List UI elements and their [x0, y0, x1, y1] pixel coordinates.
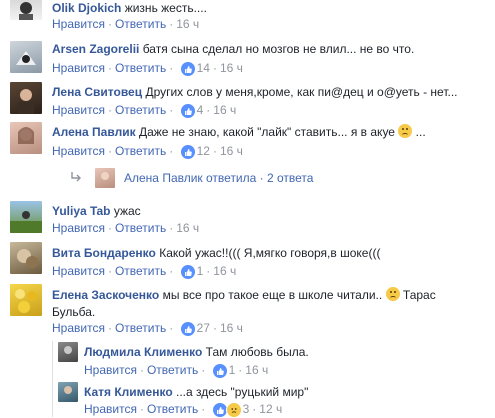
- comment-author[interactable]: Людмила Клименко: [84, 345, 202, 359]
- comment: Вита Бондаренко Какой ужас!!((( Я,мягко …: [0, 242, 495, 282]
- comment-author[interactable]: Yuliya Tab: [52, 204, 110, 218]
- avatar[interactable]: [10, 284, 42, 316]
- timestamp[interactable]: 16 ч: [245, 363, 268, 377]
- reply-link[interactable]: Ответить: [115, 103, 166, 117]
- comment: Arsen Zagorelii батя сына сделал но мозг…: [0, 41, 495, 81]
- timestamp[interactable]: 16 ч: [220, 61, 243, 75]
- reaction-count[interactable]: 3: [243, 402, 250, 416]
- comment-text: жизнь жесть....: [124, 1, 207, 15]
- comment-author[interactable]: Алена Павлик: [52, 125, 136, 139]
- comment: Лена Свитовец Других слов у меня,кроме, …: [0, 82, 495, 120]
- comment-text: Даже не знаю, какой "лайк" ставить... я …: [138, 125, 395, 139]
- timestamp[interactable]: 16 ч: [176, 221, 199, 235]
- reaction-count[interactable]: 1: [229, 363, 236, 377]
- like-link[interactable]: Нравится: [52, 103, 105, 117]
- like-link[interactable]: Нравится: [52, 61, 105, 75]
- reaction-count[interactable]: 4: [197, 103, 204, 117]
- reactions[interactable]: [179, 263, 196, 280]
- comment-author[interactable]: Arsen Zagorelii: [52, 42, 139, 56]
- avatar[interactable]: [10, 242, 42, 274]
- timestamp[interactable]: 16 ч: [220, 144, 243, 158]
- reactions[interactable]: [211, 401, 242, 418]
- comment-text-cont: Тарас: [402, 288, 436, 302]
- comment-author[interactable]: Вита Бондаренко: [52, 246, 156, 260]
- reactions[interactable]: [179, 320, 196, 337]
- reply-summary-text[interactable]: ответила: [206, 171, 256, 185]
- reaction-count[interactable]: 12: [197, 144, 210, 158]
- like-icon: [179, 263, 196, 280]
- reply-arrow-icon: [70, 171, 82, 186]
- like-icon: [179, 60, 196, 77]
- like-link[interactable]: Нравится: [52, 17, 105, 31]
- like-icon: [179, 102, 196, 119]
- comment: Olik Djokich жизнь жесть.... Нравится · От…: [0, 0, 495, 34]
- like-link[interactable]: Нравится: [52, 144, 105, 158]
- comment-text: ужас: [113, 204, 141, 218]
- replies-summary[interactable]: Алена Павлик ответила · 2 ответа: [0, 168, 495, 190]
- comment-author[interactable]: Катя Клименко: [84, 385, 173, 399]
- sad-emoji-icon: [398, 124, 413, 138]
- reaction-count[interactable]: 14: [197, 61, 210, 75]
- avatar[interactable]: [10, 122, 42, 154]
- like-link[interactable]: Нравится: [52, 321, 105, 335]
- avatar[interactable]: [10, 201, 42, 233]
- comment-text: Других слов у меня,кроме, как пи@дец и о…: [145, 85, 458, 99]
- sad-emoji-icon: [385, 287, 400, 301]
- like-icon: [211, 362, 228, 379]
- timestamp[interactable]: 16 ч: [176, 17, 199, 31]
- reply-link[interactable]: Ответить: [147, 363, 198, 377]
- comment: Елена Заскоченко мы все про такое еще в …: [0, 284, 495, 340]
- avatar[interactable]: [10, 0, 42, 20]
- reaction-count[interactable]: 1: [197, 264, 204, 278]
- like-icon: [179, 143, 196, 160]
- comment-author[interactable]: Лена Свитовец: [52, 85, 142, 99]
- timestamp[interactable]: 12 ч: [259, 402, 282, 416]
- comment-text: мы все про такое еще в школе читали..: [162, 288, 383, 302]
- reply-link[interactable]: Ответить: [115, 144, 166, 158]
- comment-text: Там любовь была.: [205, 345, 309, 359]
- reply-link[interactable]: Ответить: [115, 221, 166, 235]
- like-link[interactable]: Нравится: [84, 363, 137, 377]
- avatar[interactable]: [95, 168, 115, 188]
- comment: Yuliya Tab ужас Нравится · Ответить · 16 ч: [0, 201, 495, 235]
- reply: Людмила Клименко Там любовь была. Нравит…: [0, 342, 495, 379]
- reactions[interactable]: [179, 143, 196, 160]
- comment-text-cont: Бульба.: [52, 305, 96, 319]
- comment-text: батя сына сделал но мозгов не влил... не…: [142, 42, 415, 56]
- reply-summary-author[interactable]: Алена Павлик: [124, 171, 203, 185]
- reply-link[interactable]: Ответить: [115, 321, 166, 335]
- comment: Алена Павлик Даже не знаю, какой "лайк" …: [0, 122, 495, 162]
- reactions[interactable]: [179, 102, 196, 119]
- comment-author[interactable]: Olik Djokich: [52, 1, 121, 15]
- reactions[interactable]: [211, 362, 228, 379]
- sad-icon: [225, 401, 242, 418]
- reaction-count[interactable]: 27: [197, 321, 210, 335]
- avatar[interactable]: [58, 342, 78, 362]
- reply-link[interactable]: Ответить: [147, 402, 198, 416]
- timestamp[interactable]: 16 ч: [220, 321, 243, 335]
- avatar[interactable]: [10, 41, 42, 73]
- timestamp[interactable]: 16 ч: [213, 103, 236, 117]
- like-link[interactable]: Нравится: [52, 221, 105, 235]
- reply: Катя Клименко ...а здесь "руцький мир" Н…: [0, 382, 495, 418]
- like-link[interactable]: Нравится: [52, 264, 105, 278]
- avatar[interactable]: [10, 82, 42, 114]
- reply-count[interactable]: 2 ответа: [267, 171, 313, 185]
- avatar[interactable]: [58, 382, 78, 402]
- reply-link[interactable]: Ответить: [115, 61, 166, 75]
- reply-link[interactable]: Ответить: [115, 264, 166, 278]
- timestamp[interactable]: 16 ч: [213, 264, 236, 278]
- reactions[interactable]: [179, 60, 196, 77]
- comment-text: Какой ужас!!((( Я,мягко говоря,в шоке(((: [159, 246, 381, 260]
- comment-text: ...а здесь "руцький мир": [176, 385, 309, 399]
- like-link[interactable]: Нравится: [84, 402, 137, 416]
- like-icon: [179, 320, 196, 337]
- comment-author[interactable]: Елена Заскоченко: [52, 288, 159, 302]
- reply-link[interactable]: Ответить: [115, 17, 166, 31]
